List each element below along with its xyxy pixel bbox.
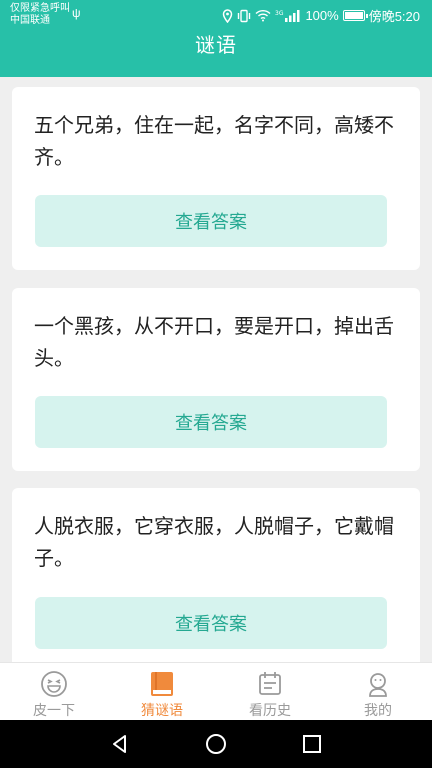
- carrier-info: 仅限紧急呼叫 中国联通: [10, 3, 70, 27]
- vibrate-icon: [238, 9, 251, 22]
- riddle-question: 五个兄弟，住在一起，名字不同，高矮不齐。: [34, 115, 394, 169]
- location-icon: [223, 8, 233, 23]
- tab-riddles[interactable]: 猜谜语: [108, 663, 216, 721]
- laughing-face-icon: [41, 671, 67, 697]
- home-icon[interactable]: [204, 732, 228, 756]
- riddle-list[interactable]: 五个兄弟，住在一起，名字不同，高矮不齐。 查看答案 一个黑孩，从不开口，要是开口…: [0, 77, 432, 662]
- tab-label: 看历史: [249, 702, 291, 718]
- tab-label: 皮一下: [33, 702, 75, 718]
- riddle-card: 五个兄弟，住在一起，名字不同，高矮不齐。 查看答案: [12, 87, 420, 270]
- riddle-question: 一个黑孩，从不开口，要是开口，掉出舌头。: [34, 316, 394, 370]
- riddle-question: 人脱衣服，它穿衣服，人脱帽子，它戴帽子。: [34, 516, 394, 570]
- emergency-call-text: 仅限紧急呼叫: [10, 3, 70, 14]
- clock: 傍晚5:20: [368, 9, 420, 24]
- tab-mine[interactable]: 我的: [324, 663, 432, 721]
- tab-joke[interactable]: 皮一下: [0, 663, 108, 721]
- calendar-icon: [259, 672, 281, 695]
- riddle-card: 人脱衣服，它穿衣服，人脱帽子，它戴帽子。 查看答案: [12, 488, 420, 662]
- tab-label: 猜谜语: [141, 702, 183, 718]
- battery-percent: 100%: [305, 8, 339, 23]
- view-answer-button[interactable]: 查看答案: [35, 597, 387, 649]
- usb-icon: ψ: [72, 6, 81, 20]
- wifi-icon: [255, 9, 271, 22]
- recents-icon[interactable]: [300, 732, 324, 756]
- svg-text:3G: 3G: [275, 10, 284, 17]
- page-title: 谜语: [195, 35, 237, 57]
- back-icon[interactable]: [108, 732, 132, 756]
- header-bar: 仅限紧急呼叫 中国联通 ψ 3G 100% 傍晚5:20 谜语: [0, 0, 432, 77]
- view-answer-button[interactable]: 查看答案: [35, 396, 387, 448]
- status-bar: 仅限紧急呼叫 中国联通 ψ 3G 100% 傍晚5:20: [0, 0, 432, 30]
- system-navigation-bar: [0, 720, 432, 768]
- profile-icon: [369, 673, 387, 697]
- signal-icon: 3G: [275, 10, 300, 22]
- book-icon: [151, 672, 173, 696]
- view-answer-button[interactable]: 查看答案: [35, 195, 387, 247]
- tab-label: 我的: [364, 702, 392, 718]
- riddle-card: 一个黑孩，从不开口，要是开口，掉出舌头。 查看答案: [12, 288, 420, 471]
- bottom-tab-bar: 皮一下 猜谜语 看历史 我的: [0, 662, 432, 720]
- battery-icon: [342, 10, 368, 21]
- status-icons: 3G 100% 傍晚5:20: [222, 6, 420, 25]
- carrier-name: 中国联通: [10, 15, 50, 26]
- tab-history[interactable]: 看历史: [216, 663, 324, 721]
